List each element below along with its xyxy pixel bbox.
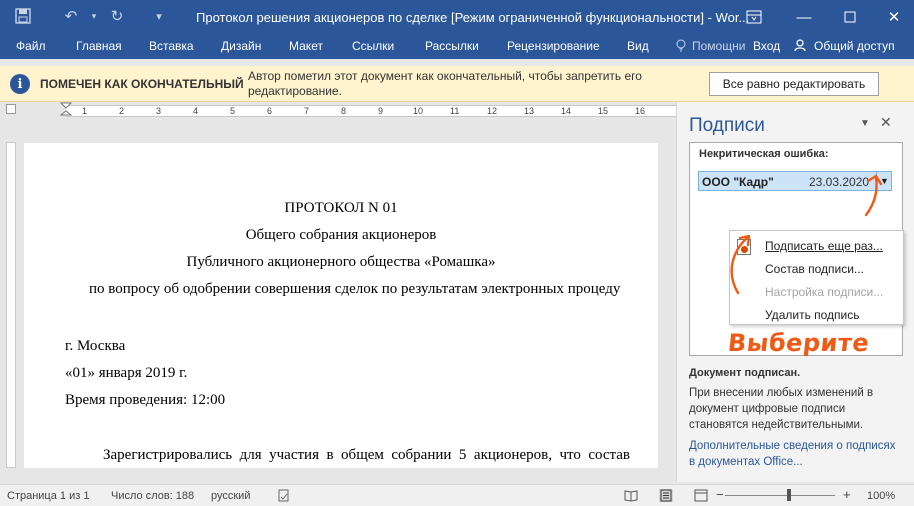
ruler-number: 8 [341, 106, 347, 116]
ruler-number: 9 [378, 106, 384, 116]
signature-row[interactable]: ООО "Кадр" 23.03.2020 ▼ [698, 171, 892, 191]
print-layout-icon[interactable] [659, 489, 673, 502]
sign-again-icon [737, 239, 751, 255]
ruler-number: 3 [156, 106, 162, 116]
signature-list: Некритическая ошибка: ООО "Кадр" 23.03.2… [689, 142, 904, 357]
doc-city: г. Москва [65, 338, 126, 354]
pane-close-icon[interactable]: ✕ [880, 114, 892, 131]
ruler-number: 1 [82, 106, 88, 116]
page-count[interactable]: Страница 1 из 1 [7, 490, 89, 502]
undo-icon[interactable]: ↶ [62, 7, 80, 25]
read-mode-icon[interactable] [624, 489, 638, 502]
proofing-icon[interactable] [277, 489, 291, 502]
maximize-button[interactable] [838, 6, 862, 28]
tab-insert[interactable]: Вставка [149, 39, 194, 53]
share-icon[interactable] [794, 39, 808, 53]
ribbon-display-options-button[interactable] [742, 6, 766, 28]
share-button[interactable]: Общий доступ [814, 39, 895, 53]
ruler-number: 10 [413, 106, 424, 116]
zoom-level[interactable]: 100% [867, 490, 895, 502]
doc-line: Общего собрания акционеров [245, 227, 437, 243]
doc-line: по вопросу об одобрении совершения сдело… [89, 281, 621, 297]
doc-time: Время проведения: 12:00 [65, 392, 226, 408]
signature-dropdown-icon[interactable]: ▼ [876, 172, 892, 190]
error-label: Некритическая ошибка: [699, 148, 829, 160]
title-bar: ↶ ▾ ↻ ▾ Протокол решения акционеров по с… [0, 0, 914, 34]
ruler-number: 15 [598, 106, 609, 116]
horizontal-scroll-area [0, 468, 676, 482]
learn-more-link[interactable]: Дополнительные сведения о подписях в док… [689, 438, 899, 470]
ruler-number: 14 [561, 106, 572, 116]
ruler-number: 7 [304, 106, 310, 116]
tell-me-icon[interactable] [676, 39, 686, 53]
indent-marker-icon[interactable] [60, 102, 72, 118]
undo-dropdown-icon[interactable]: ▾ [85, 7, 103, 25]
ruler-number: 12 [487, 106, 498, 116]
document-page[interactable]: ПРОТОКОЛ N 01 Общего собрания акционеров… [24, 143, 658, 468]
status-bar: Страница 1 из 1 Число слов: 188 русский … [0, 484, 914, 506]
signed-status-title: Документ подписан. [689, 367, 801, 379]
tab-mailings[interactable]: Рассылки [425, 39, 479, 53]
signer-name: ООО "Кадр" [702, 175, 774, 189]
tab-layout[interactable]: Макет [289, 39, 323, 53]
close-button[interactable]: ✕ [882, 6, 906, 28]
ruler-number: 16 [635, 106, 646, 116]
tell-me-search[interactable]: Помощни [692, 39, 745, 53]
ruler-number: 13 [524, 106, 535, 116]
ruler-number: 5 [230, 106, 236, 116]
ribbon-tabs: Файл Главная Вставка Дизайн Макет Ссылки… [0, 34, 914, 59]
menu-signature-details[interactable]: Состав подписи... [765, 262, 864, 276]
redo-icon[interactable]: ↻ [108, 7, 126, 25]
zoom-out-icon[interactable]: − [716, 487, 724, 502]
window-title: Протокол решения акционеров по сделке [Р… [196, 10, 750, 25]
menu-sign-again[interactable]: Подписать еще раз... [765, 239, 883, 253]
vertical-ruler[interactable] [6, 142, 16, 468]
minimize-button[interactable]: — [792, 6, 816, 28]
menu-signature-setup: Настройка подписи... [765, 285, 884, 299]
annotation-label: Выберите [726, 329, 871, 357]
tab-references[interactable]: Ссылки [352, 39, 394, 53]
tab-file[interactable]: Файл [16, 39, 46, 53]
web-layout-icon[interactable] [694, 489, 708, 502]
signature-context-menu: Подписать еще раз... Состав подписи... Н… [729, 230, 904, 325]
doc-paragraph: Зарегистрировались для участия в общем с… [103, 447, 631, 463]
language[interactable]: русский [211, 490, 250, 502]
message-text: Автор пометил этот документ как окончате… [248, 69, 642, 98]
message-bar: i ПОМЕЧЕН КАК ОКОНЧАТЕЛЬНЫЙ Автор помети… [0, 66, 914, 102]
doc-date: «01» января 2019 г. [65, 365, 188, 381]
edit-anyway-button[interactable]: Все равно редактировать [709, 72, 879, 96]
word-count[interactable]: Число слов: 188 [111, 490, 194, 502]
ruler-number: 11 [450, 106, 460, 116]
customize-toolbar-icon[interactable]: ▾ [150, 7, 168, 25]
info-icon: i [10, 74, 30, 94]
signed-status-text: При внесении любых изменений в документ … [689, 387, 874, 431]
tab-home[interactable]: Главная [76, 39, 122, 53]
zoom-slider-thumb[interactable] [787, 489, 791, 501]
ruler-number: 6 [267, 106, 273, 116]
tab-design[interactable]: Дизайн [221, 39, 261, 53]
ruler-number: 4 [193, 106, 199, 116]
pane-title: Подписи [689, 115, 765, 136]
menu-remove-signature[interactable]: Удалить подпись [765, 308, 860, 322]
doc-line: Публичного акционерного общества «Ромашк… [186, 254, 496, 270]
ruler-number: 2 [119, 106, 125, 116]
horizontal-ruler[interactable]: 1 2 3 4 5 6 7 8 9 10 11 12 13 14 15 16 [22, 102, 676, 118]
signature-date: 23.03.2020 [809, 175, 870, 189]
pane-options-icon[interactable]: ▼ [860, 118, 870, 129]
doc-heading: ПРОТОКОЛ N 01 [284, 200, 398, 216]
signatures-pane: Подписи ▼ ✕ Некритическая ошибка: ООО "К… [676, 102, 914, 482]
zoom-slider-track[interactable] [725, 495, 835, 496]
tab-review[interactable]: Рецензирование [507, 39, 600, 53]
document-area[interactable]: ПРОТОКОЛ N 01 Общего собрания акционеров… [18, 118, 676, 468]
tab-view[interactable]: Вид [627, 39, 649, 53]
tab-selector-icon[interactable] [6, 104, 16, 114]
zoom-in-icon[interactable]: + [843, 487, 851, 502]
save-icon[interactable] [14, 7, 32, 25]
message-title: ПОМЕЧЕН КАК ОКОНЧАТЕЛЬНЫЙ [40, 77, 244, 91]
sign-in-link[interactable]: Вход [753, 39, 780, 53]
